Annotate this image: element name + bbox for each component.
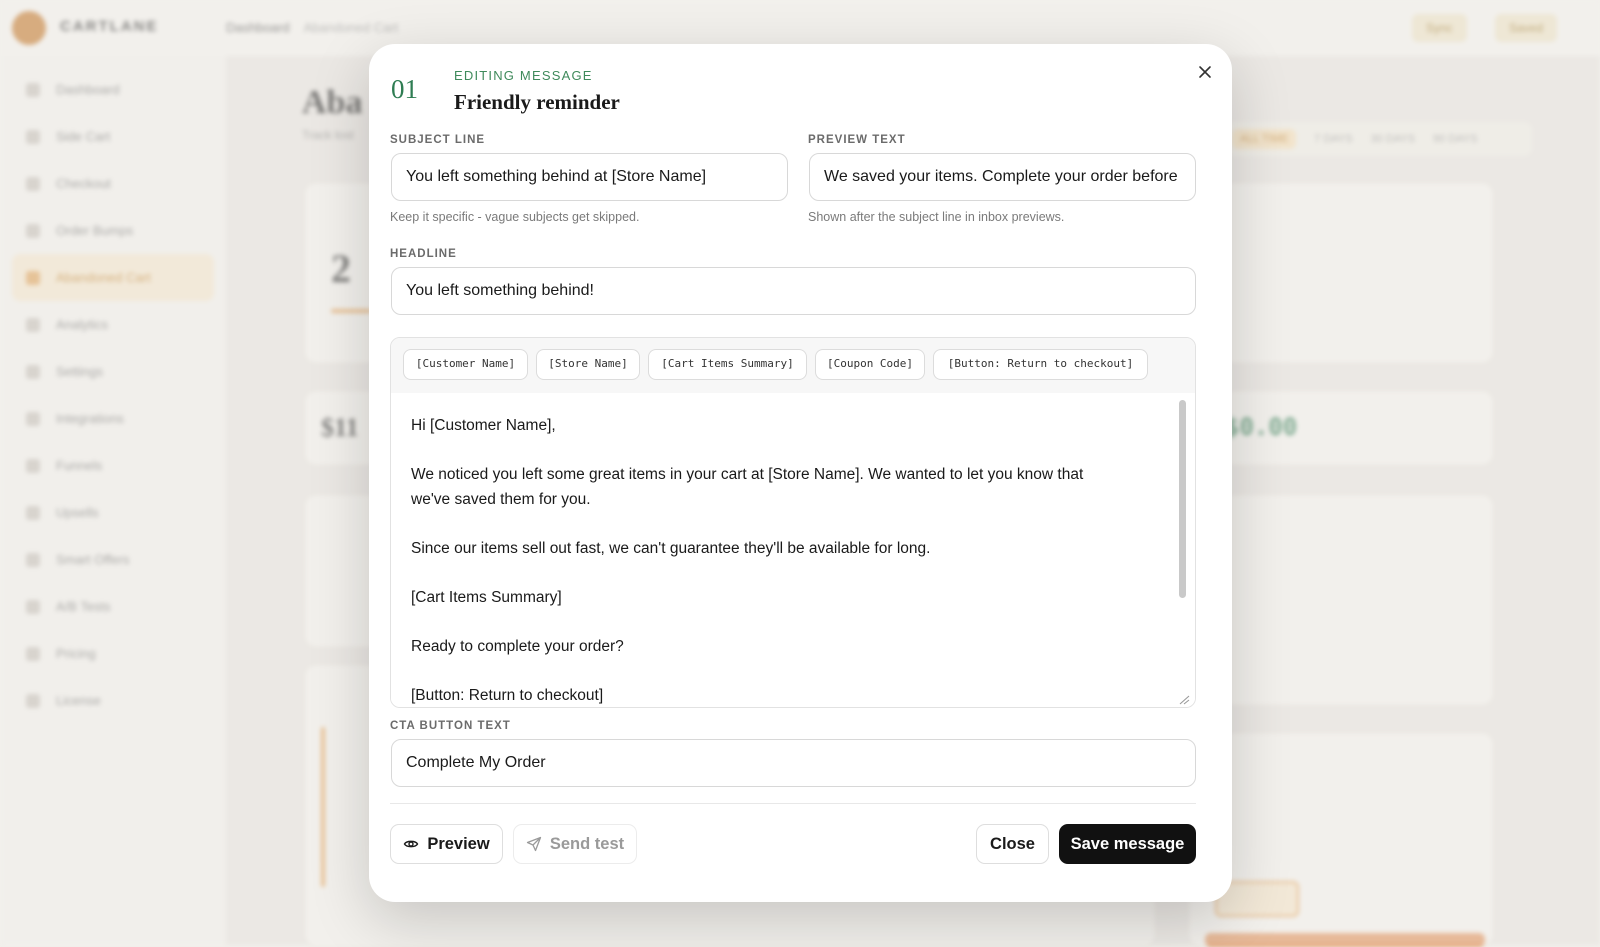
merge-tag-return-button[interactable]: [Button: Return to checkout] xyxy=(933,349,1148,380)
headline-label: HEADLINE xyxy=(390,248,457,260)
cta-button-text-input[interactable] xyxy=(391,739,1196,787)
merge-tag-bar: [Customer Name] [Store Name] [Cart Items… xyxy=(391,338,1195,394)
message-number: 01 xyxy=(391,74,418,104)
resize-handle-icon[interactable] xyxy=(1177,693,1191,705)
message-body-editor: [Customer Name] [Store Name] [Cart Items… xyxy=(390,337,1196,708)
merge-tag-customer-name[interactable]: [Customer Name] xyxy=(403,349,528,380)
merge-tag-store-name[interactable]: [Store Name] xyxy=(536,349,640,380)
modal-eyebrow: EDITING MESSAGE xyxy=(454,68,593,83)
close-icon-button[interactable] xyxy=(1195,62,1215,82)
preview-button-label: Preview xyxy=(427,834,490,853)
headline-input[interactable] xyxy=(391,267,1196,315)
subject-line-label: SUBJECT LINE xyxy=(390,134,486,146)
cta-button-text-label: CTA BUTTON TEXT xyxy=(390,720,511,732)
merge-tag-coupon-code[interactable]: [Coupon Code] xyxy=(815,349,925,380)
modal-title: Friendly reminder xyxy=(454,90,620,114)
save-message-button[interactable]: Save message xyxy=(1059,824,1196,864)
close-button[interactable]: Close xyxy=(976,824,1049,864)
footer-divider xyxy=(390,803,1196,804)
send-test-button[interactable]: Send test xyxy=(513,824,637,864)
preview-text-hint: Shown after the subject line in inbox pr… xyxy=(808,210,1065,224)
preview-button[interactable]: Preview xyxy=(390,824,503,864)
subject-line-hint: Keep it specific - vague subjects get sk… xyxy=(390,210,640,224)
send-icon xyxy=(526,836,542,852)
subject-line-input[interactable] xyxy=(391,153,788,201)
merge-tag-cart-items-summary[interactable]: [Cart Items Summary] xyxy=(648,349,807,380)
close-icon xyxy=(1199,66,1211,78)
eye-icon xyxy=(404,840,419,848)
edit-message-modal: 01 EDITING MESSAGE Friendly reminder SUB… xyxy=(369,44,1232,902)
body-scrollbar[interactable] xyxy=(1179,400,1186,598)
preview-text-label: PREVIEW TEXT xyxy=(808,134,906,146)
send-test-button-label: Send test xyxy=(549,834,625,853)
preview-text-input[interactable] xyxy=(809,153,1196,201)
message-body-textarea[interactable]: Hi [Customer Name], We noticed you left … xyxy=(391,393,1195,707)
